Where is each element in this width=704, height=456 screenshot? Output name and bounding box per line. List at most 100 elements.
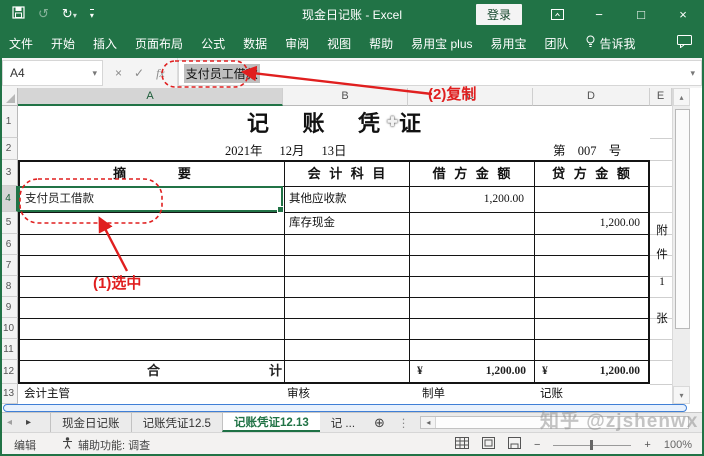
scroll-up-icon[interactable]: ▴ xyxy=(673,88,690,106)
status-bar: 编辑 辅助功能: 调查 − + 100% xyxy=(0,432,704,456)
row-header-12[interactable]: 12 xyxy=(0,360,18,384)
close-button[interactable]: × xyxy=(662,0,704,28)
menu-tab-formulas[interactable]: 公式 xyxy=(192,35,234,52)
name-box[interactable]: A4 ▾ xyxy=(2,60,103,86)
tab-options-icon[interactable]: ⋮ xyxy=(393,413,415,432)
total-debit: ¥ 1,200.00 xyxy=(409,360,534,382)
row-header-6[interactable]: 6 xyxy=(0,234,18,255)
normal-view-icon[interactable] xyxy=(455,437,469,452)
select-all-corner[interactable] xyxy=(0,88,18,106)
zoom-in-icon[interactable]: + xyxy=(644,439,650,451)
column-header-b[interactable]: B xyxy=(283,88,408,106)
confirm-icon[interactable]: ✓ xyxy=(134,66,144,80)
total-label: 合 计 xyxy=(20,360,409,382)
new-sheet-icon[interactable]: ⊕ xyxy=(366,413,393,432)
fill-handle[interactable] xyxy=(277,206,284,213)
sheet-tab-voucher-12-13[interactable]: 记账凭证12.13 xyxy=(222,413,320,432)
cancel-icon[interactable]: × xyxy=(115,66,122,80)
column-header-d[interactable]: D xyxy=(533,88,650,106)
customize-qat-icon[interactable]: ▾ xyxy=(90,9,94,20)
login-button[interactable]: 登录 xyxy=(476,4,522,25)
selected-cell-a4[interactable]: 支付员工借款 xyxy=(18,186,283,212)
zoom-slider-thumb[interactable] xyxy=(590,440,593,450)
zoom-slider[interactable] xyxy=(553,439,631,451)
ribbon-display-options-icon[interactable] xyxy=(536,0,578,28)
page-layout-view-icon[interactable] xyxy=(482,437,495,452)
menu-tab-home[interactable]: 开始 xyxy=(42,35,84,52)
column-header-e[interactable]: E xyxy=(650,88,672,106)
row-header-2[interactable]: 2 xyxy=(0,138,18,160)
signature-preparer: 制单 xyxy=(422,384,445,404)
menu-tab-team[interactable]: 团队 xyxy=(536,35,578,52)
attachment-unit: 张 xyxy=(652,310,672,326)
table-border xyxy=(20,297,648,298)
comment-icon[interactable] xyxy=(677,35,704,51)
menu-tab-insert[interactable]: 插入 xyxy=(84,35,126,52)
attachment-label: 件 xyxy=(652,246,672,262)
row-header-8[interactable]: 8 xyxy=(0,276,18,297)
row-header-11[interactable]: 11 xyxy=(0,339,18,360)
column-header-a[interactable]: A xyxy=(18,88,283,106)
cell-a4-value: 支付员工借款 xyxy=(25,188,94,211)
status-bar-right: − + 100% xyxy=(455,437,704,452)
gridline xyxy=(650,384,672,385)
table-border xyxy=(20,255,648,256)
row-headers: 1 2 3 4 5 6 7 8 9 10 11 12 13 xyxy=(0,106,18,404)
header-credit: 贷 方 金 额 xyxy=(534,162,648,186)
vertical-scrollbar-thumb[interactable] xyxy=(675,109,690,329)
attachment-count: 1 xyxy=(652,276,672,288)
row-header-10[interactable]: 10 xyxy=(0,318,18,339)
cell-cursor-icon: ✚ xyxy=(387,114,398,130)
header-summary: 摘 要 xyxy=(20,162,284,186)
row-header-7[interactable]: 7 xyxy=(0,255,18,276)
signature-chief-accountant: 会计主管 xyxy=(24,384,70,404)
redo-dropdown-icon[interactable]: ▾ xyxy=(73,11,77,20)
voucher-date-day: 13日 xyxy=(322,140,347,159)
scroll-left-icon[interactable]: ◂ xyxy=(421,417,436,428)
gridline xyxy=(650,297,672,298)
mode-indicator: 编辑 xyxy=(0,437,36,453)
name-box-dropdown-icon[interactable]: ▾ xyxy=(92,68,102,79)
formula-bar-expand-icon[interactable]: ▾ xyxy=(690,68,701,79)
cell-b5[interactable]: 库存现金 xyxy=(284,212,409,234)
save-icon[interactable] xyxy=(12,6,25,22)
sheet-tab-voucher-12-5[interactable]: 记账凭证12.5 xyxy=(131,413,222,432)
menu-tab-file[interactable]: 文件 xyxy=(0,35,42,52)
menu-tab-view[interactable]: 视图 xyxy=(318,35,360,52)
header-account: 会 计 科 目 xyxy=(284,162,409,186)
tab-prev-icon[interactable]: ◂ xyxy=(0,413,19,432)
menu-tab-yiyongbao-plus[interactable]: 易用宝 plus xyxy=(402,35,481,52)
voucher-date: 2021年 12月 13日 xyxy=(225,138,347,160)
row-header-3[interactable]: 3 xyxy=(0,160,18,186)
zoom-level[interactable]: 100% xyxy=(664,439,692,451)
scroll-down-icon[interactable]: ▾ xyxy=(673,386,690,404)
minimize-button[interactable]: − xyxy=(578,0,620,28)
menu-tab-help[interactable]: 帮助 xyxy=(360,35,402,52)
cell-c4[interactable]: 1,200.00 xyxy=(409,186,534,212)
tab-next-icon[interactable]: ▸ xyxy=(19,413,38,432)
row-header-13[interactable]: 13 xyxy=(0,384,18,404)
undo-icon[interactable]: ↺ xyxy=(38,6,49,22)
gridline xyxy=(650,212,672,213)
menu-tab-data[interactable]: 数据 xyxy=(234,35,276,52)
row-header-4[interactable]: 4 xyxy=(0,186,18,212)
page-break-view-icon[interactable] xyxy=(508,437,521,452)
maximize-button[interactable]: □ xyxy=(620,0,662,28)
menu-tab-yiyongbao[interactable]: 易用宝 xyxy=(482,35,536,52)
vertical-scrollbar[interactable]: ▴ ▾ xyxy=(672,88,690,404)
row-header-1[interactable]: 1 xyxy=(0,106,18,138)
menu-tab-page-layout[interactable]: 页面布局 xyxy=(126,35,192,52)
cell-d5[interactable]: 1,200.00 xyxy=(534,212,648,234)
menu-tab-review[interactable]: 审阅 xyxy=(276,35,318,52)
redo-icon[interactable]: ↻▾ xyxy=(62,6,77,22)
insert-function-icon[interactable]: fx xyxy=(156,66,165,81)
accessibility-status[interactable]: 辅助功能: 调查 xyxy=(62,437,150,453)
gridline xyxy=(650,186,672,187)
cell-b4[interactable]: 其他应收款 xyxy=(284,186,409,212)
tell-me[interactable]: 告诉我 xyxy=(597,35,645,52)
row-header-9[interactable]: 9 xyxy=(0,297,18,318)
sheet-tab-truncated[interactable]: 记 ... xyxy=(320,413,366,432)
sheet-tab-cash-journal[interactable]: 现金日记账 xyxy=(50,413,131,432)
row-header-5[interactable]: 5 xyxy=(0,212,18,234)
zoom-out-icon[interactable]: − xyxy=(534,439,540,451)
